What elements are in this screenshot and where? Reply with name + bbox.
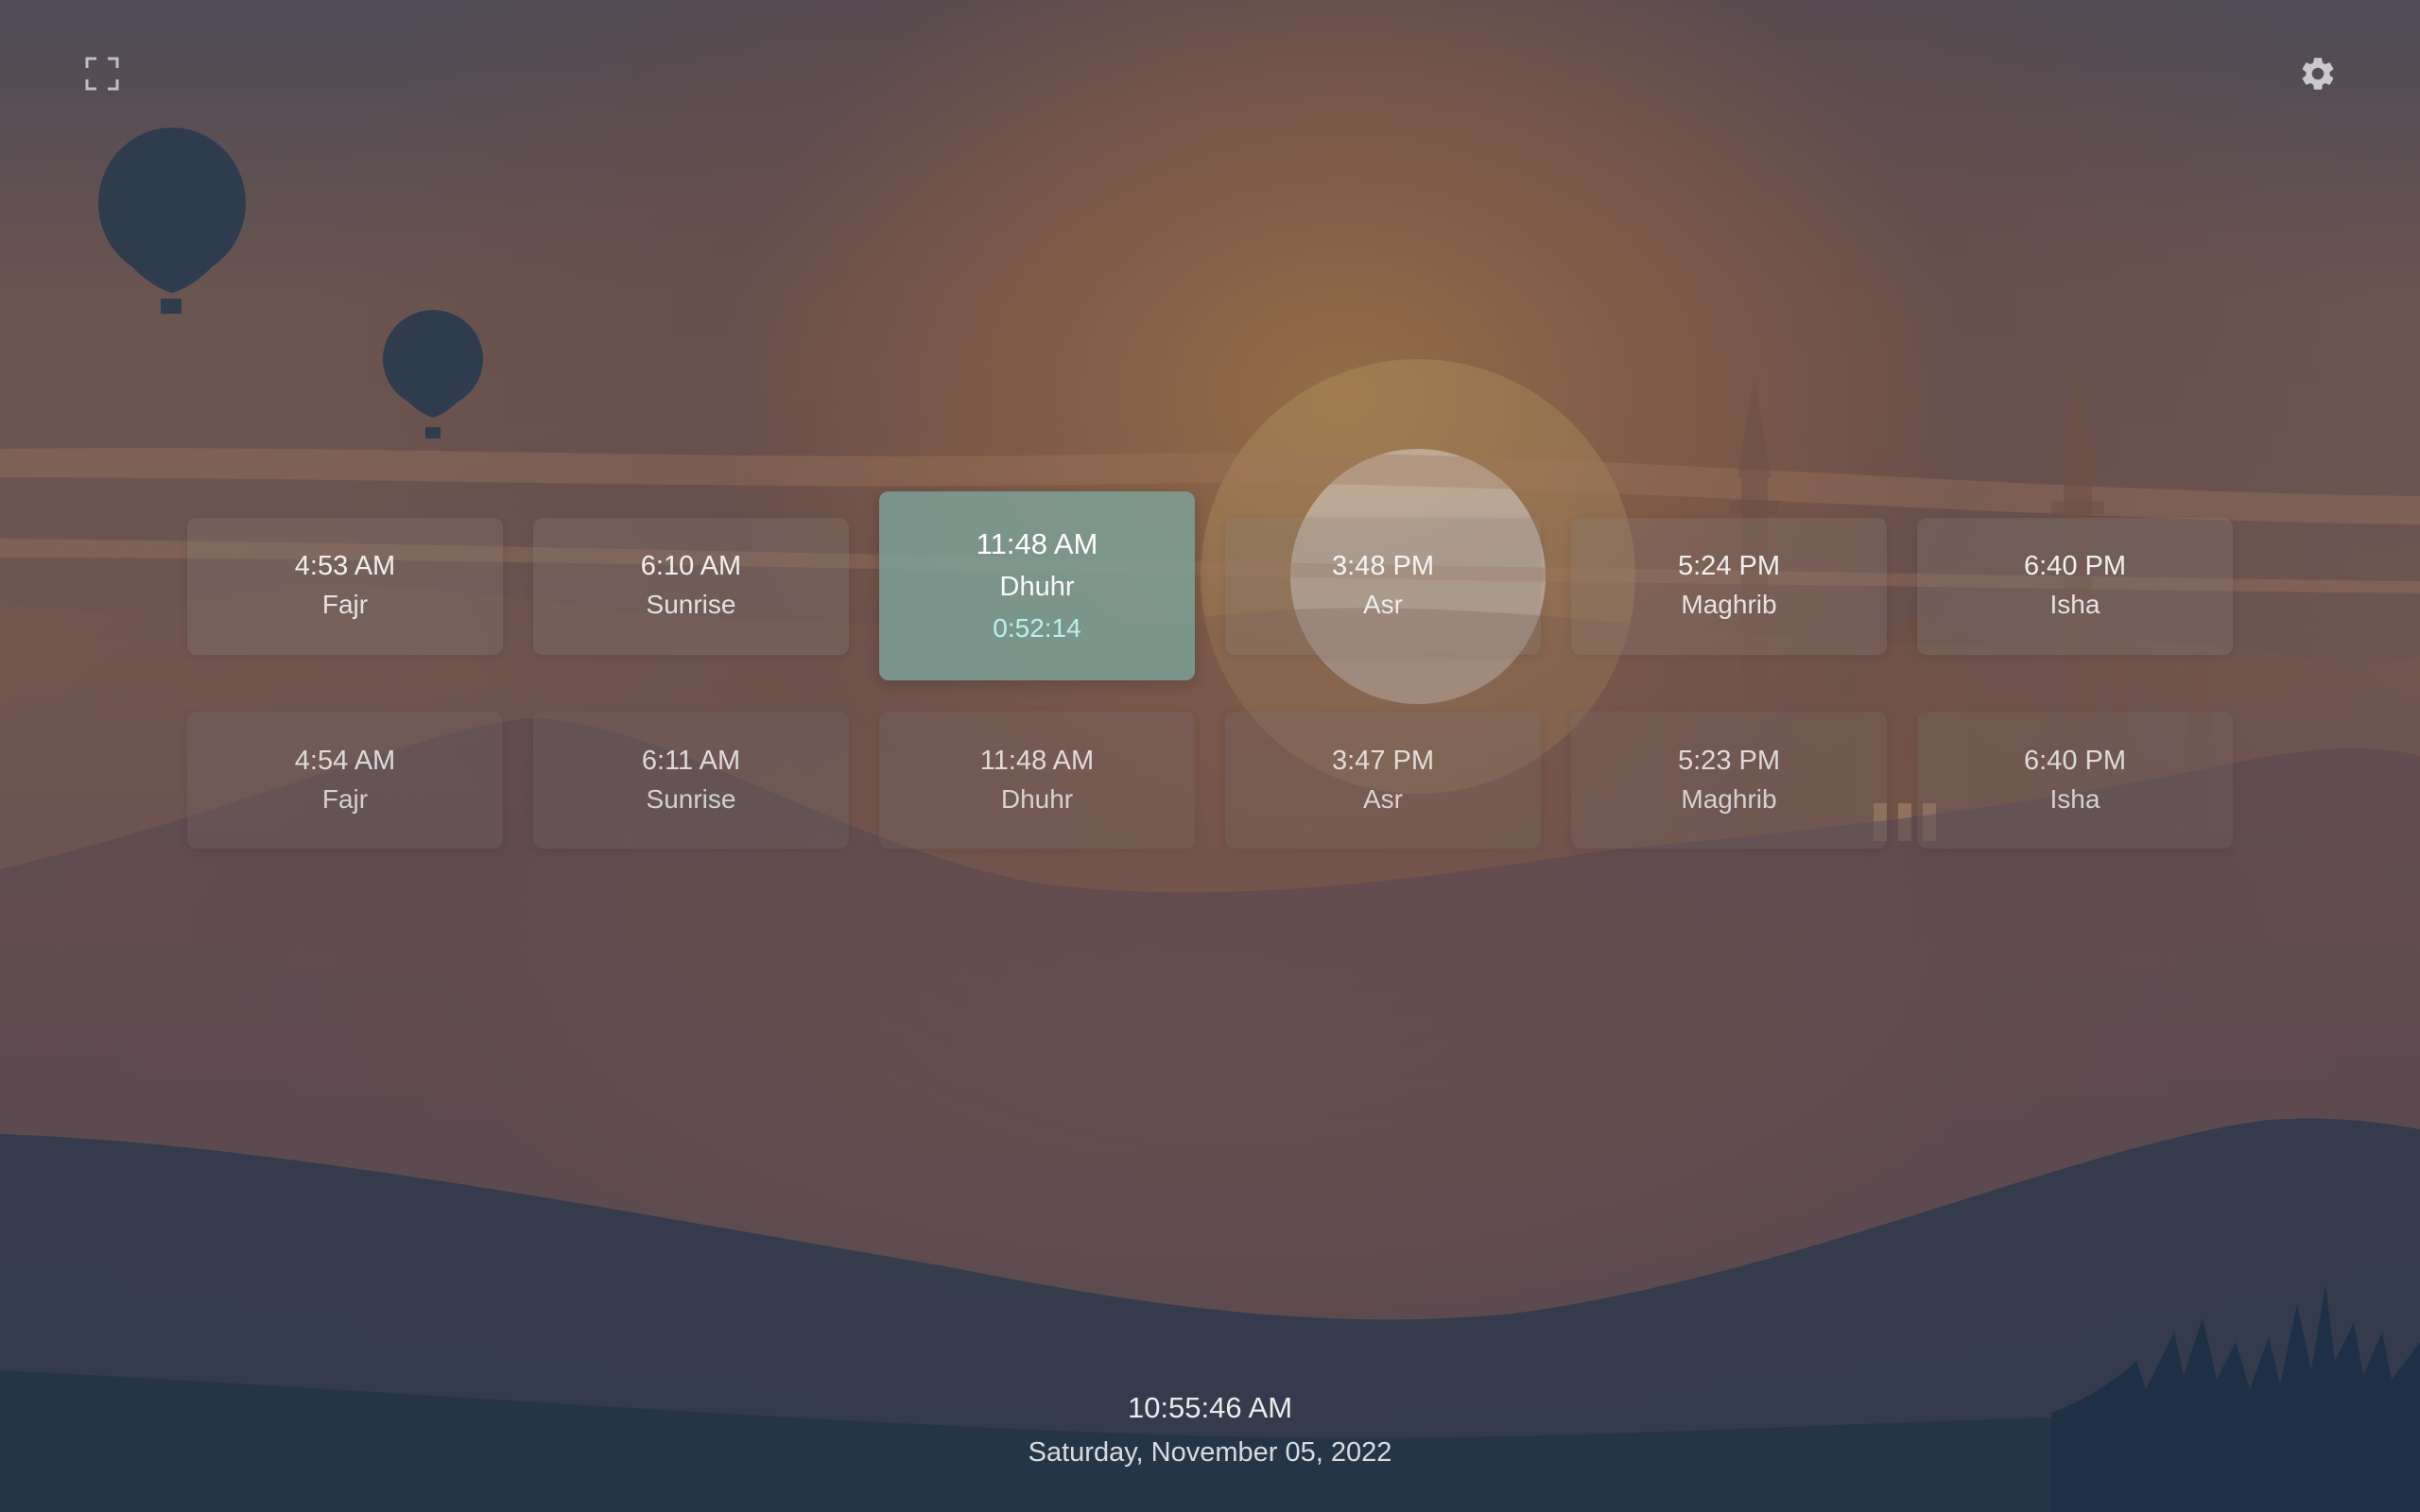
prayer-time: 11:48 AM	[976, 527, 1098, 560]
prayer-card-fajr-tomorrow: 4:54 AM Fajr	[187, 712, 503, 849]
prayer-name: Fajr	[321, 783, 369, 814]
prayer-time: 5:23 PM	[1678, 745, 1780, 776]
prayer-time: 6:40 PM	[2024, 551, 2126, 581]
prayer-name: Asr	[1363, 590, 1403, 619]
prayer-time: 6:40 PM	[2024, 745, 2126, 776]
prayer-name: Maghrib	[1681, 783, 1777, 814]
fullscreen-button[interactable]	[72, 43, 132, 104]
prayer-name: Isha	[2049, 783, 2100, 814]
prayer-time: 3:48 PM	[1332, 551, 1434, 581]
prayer-name: Sunrise	[646, 783, 736, 814]
prayer-time: 6:10 AM	[640, 551, 742, 581]
prayer-card-dhuhr-active: 11:48 AM Dhuhr 0:52:14	[879, 491, 1195, 680]
today-prayer-row: 4:53 AM Fajr 6:10 AM Sunrise 11:48 AM Dh…	[0, 491, 2420, 680]
prayer-name: Dhuhr	[999, 572, 1075, 602]
prayer-time: 5:24 PM	[1678, 551, 1780, 581]
prayer-card-asr: 3:48 PM Asr	[1225, 517, 1541, 655]
hot-air-balloon-small	[383, 310, 483, 438]
countdown-timer: 0:52:14	[993, 613, 1081, 643]
prayer-time: 11:48 AM	[979, 745, 1095, 776]
hot-air-balloon-large	[98, 128, 246, 314]
settings-button[interactable]	[2288, 43, 2348, 104]
prayer-card-maghrib: 5:24 PM Maghrib	[1571, 517, 1887, 655]
prayer-card-dhuhr-tomorrow: 11:48 AM Dhuhr	[879, 712, 1195, 849]
prayer-card-isha-tomorrow: 6:40 PM Isha	[1917, 712, 2233, 849]
prayer-time: 6:11 AM	[641, 745, 741, 776]
prayer-card-sunrise-tomorrow: 6:11 AM Sunrise	[533, 712, 849, 849]
prayer-times-app: 4:53 AM Fajr 6:10 AM Sunrise 11:48 AM Dh…	[0, 0, 2420, 1512]
current-date: Saturday, November 05, 2022	[1028, 1437, 1392, 1468]
prayer-card-sunrise: 6:10 AM Sunrise	[533, 517, 849, 655]
fullscreen-icon	[85, 57, 119, 91]
prayer-name: Dhuhr	[1000, 783, 1074, 814]
prayer-name: Maghrib	[1681, 590, 1777, 619]
prayer-card-fajr: 4:53 AM Fajr	[187, 517, 503, 655]
prayer-time: 3:47 PM	[1332, 745, 1434, 776]
gear-icon	[2302, 58, 2334, 90]
prayer-time: 4:54 AM	[294, 745, 396, 776]
prayer-name: Asr	[1363, 783, 1403, 814]
prayer-name: Isha	[2049, 590, 2100, 619]
prayer-name: Sunrise	[646, 590, 736, 619]
prayer-card-isha: 6:40 PM Isha	[1917, 517, 2233, 655]
tomorrow-prayer-row: 4:54 AM Fajr 6:11 AM Sunrise 11:48 AM Dh…	[0, 712, 2420, 849]
prayer-card-asr-tomorrow: 3:47 PM Asr	[1225, 712, 1541, 849]
prayer-card-maghrib-tomorrow: 5:23 PM Maghrib	[1571, 712, 1887, 849]
prayer-name: Fajr	[321, 590, 369, 619]
current-time: 10:55:46 AM	[1127, 1391, 1293, 1424]
prayer-time: 4:53 AM	[294, 551, 396, 581]
